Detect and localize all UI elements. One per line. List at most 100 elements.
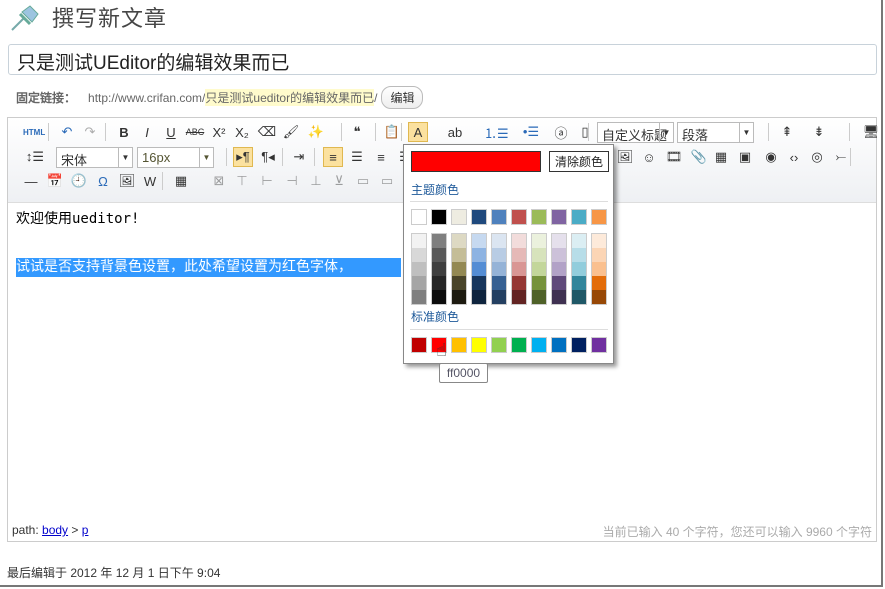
iframe-button[interactable]: ◎ [807, 147, 827, 167]
new-page-button[interactable]: ▯ [575, 122, 595, 142]
insert-image-button[interactable]: 🖼 [615, 147, 635, 167]
theme-color-swatch[interactable] [551, 209, 567, 225]
ordered-list-button[interactable]: ⒈☰ [484, 122, 509, 142]
row-spacing-button[interactable]: ↕☰ [25, 147, 45, 167]
shade-color-swatch[interactable] [532, 248, 546, 262]
horizontal-rule-button[interactable]: — [21, 171, 41, 191]
char-border-button[interactable]: ⓐ [551, 122, 571, 142]
underline-button[interactable]: U [161, 122, 181, 142]
theme-color-swatch[interactable] [431, 209, 447, 225]
theme-color-swatch[interactable] [591, 209, 607, 225]
shade-color-swatch[interactable] [572, 276, 586, 290]
scrawl-button[interactable]: 🖼 [117, 171, 137, 191]
theme-color-swatch[interactable] [451, 209, 467, 225]
path-body-link[interactable]: body [42, 523, 68, 537]
shade-color-swatch[interactable] [512, 234, 526, 248]
shade-color-swatch[interactable] [452, 234, 466, 248]
shade-color-swatch[interactable] [552, 290, 566, 304]
rtl-button[interactable]: ¶◂ [258, 147, 278, 167]
shade-color-swatch[interactable] [472, 234, 486, 248]
shade-color-swatch[interactable] [452, 276, 466, 290]
shade-color-swatch[interactable] [452, 262, 466, 276]
delete-table-button[interactable]: ⊠ [209, 171, 229, 191]
shade-color-swatch[interactable] [572, 234, 586, 248]
shade-color-swatch[interactable] [412, 290, 426, 304]
preview-button[interactable]: 🖥 [861, 122, 881, 142]
undo-button[interactable]: ↶ [57, 122, 77, 142]
shade-color-swatch[interactable] [412, 234, 426, 248]
standard-color-swatch[interactable] [531, 337, 547, 353]
shade-color-swatch[interactable] [472, 290, 486, 304]
standard-color-swatch[interactable] [411, 337, 427, 353]
standard-color-swatch[interactable] [551, 337, 567, 353]
auto-format-icon[interactable]: ✨ [306, 122, 326, 142]
font-family-select[interactable]: 宋体 ▼ [56, 147, 133, 168]
shade-color-swatch[interactable] [532, 290, 546, 304]
shade-color-swatch[interactable] [492, 290, 506, 304]
shade-color-swatch[interactable] [512, 290, 526, 304]
shade-color-swatch[interactable] [592, 262, 606, 276]
editor-content[interactable]: 欢迎使用ueditor! [16, 208, 139, 228]
font-size-select[interactable]: 16px ▼ [137, 147, 214, 168]
shade-color-swatch[interactable] [572, 248, 586, 262]
shade-color-swatch[interactable] [532, 276, 546, 290]
superscript-button[interactable]: X² [209, 122, 229, 142]
shade-color-swatch[interactable] [472, 248, 486, 262]
merge-cells-button[interactable]: ▭ [353, 171, 373, 191]
web-image-button[interactable]: ◉ [761, 147, 781, 167]
shade-color-swatch[interactable] [492, 262, 506, 276]
align-right-button[interactable]: ≡ [371, 147, 391, 167]
shade-color-swatch[interactable] [492, 234, 506, 248]
pagebreak-button[interactable]: ⤚ [831, 147, 851, 167]
table-button[interactable]: ▦ [171, 171, 191, 191]
insert-paragraph-before-table-button[interactable]: ⊤ [232, 171, 252, 191]
shade-color-swatch[interactable] [532, 262, 546, 276]
theme-color-swatch[interactable] [471, 209, 487, 225]
strikethrough-button[interactable]: ABC [185, 122, 205, 142]
background-color-button[interactable]: ab [445, 122, 465, 142]
date-button[interactable]: 📅 [45, 171, 65, 191]
clear-color-button[interactable]: 清除颜色 [549, 151, 609, 172]
insert-col-button[interactable]: ⊥ [306, 171, 326, 191]
shade-color-swatch[interactable] [492, 276, 506, 290]
standard-color-swatch[interactable] [511, 337, 527, 353]
code-button[interactable]: ‹› [784, 147, 804, 167]
html-source-button[interactable]: HTML [23, 122, 45, 142]
theme-color-swatch[interactable] [491, 209, 507, 225]
permalink-slug[interactable]: 只是测试ueditor的编辑效果而已 [205, 89, 375, 106]
shade-color-swatch[interactable] [432, 276, 446, 290]
theme-color-swatch[interactable] [411, 209, 427, 225]
shade-color-swatch[interactable] [492, 248, 506, 262]
merge-right-button[interactable]: ▭ [377, 171, 397, 191]
standard-color-swatch[interactable] [471, 337, 487, 353]
word-image-button[interactable]: W [140, 171, 160, 191]
video-button[interactable]: 🎞 [664, 147, 684, 167]
align-left-button[interactable]: ≡ [323, 147, 343, 167]
insert-row-button[interactable]: ⊢ [257, 171, 277, 191]
align-center-button[interactable]: ☰ [347, 147, 367, 167]
shade-color-swatch[interactable] [592, 234, 606, 248]
paragraph-select[interactable]: 段落 ▼ [677, 122, 754, 143]
shade-color-swatch[interactable] [512, 262, 526, 276]
path-p-link[interactable]: p [82, 523, 89, 537]
shade-color-swatch[interactable] [592, 276, 606, 290]
shade-color-swatch[interactable] [452, 290, 466, 304]
time-button[interactable]: 🕘 [69, 171, 89, 191]
google-map-button[interactable]: ▣ [735, 147, 755, 167]
shade-color-swatch[interactable] [452, 248, 466, 262]
shade-color-swatch[interactable] [412, 262, 426, 276]
shade-color-swatch[interactable] [592, 290, 606, 304]
attachment-button[interactable]: 📎 [689, 147, 709, 167]
delete-col-button[interactable]: ⊻ [329, 171, 349, 191]
redo-button[interactable]: ↷ [80, 122, 100, 142]
shade-color-swatch[interactable] [552, 276, 566, 290]
ltr-button[interactable]: ▸¶ [233, 147, 253, 167]
shade-color-swatch[interactable] [472, 276, 486, 290]
shade-color-swatch[interactable] [412, 248, 426, 262]
shade-color-swatch[interactable] [552, 234, 566, 248]
theme-color-swatch[interactable] [511, 209, 527, 225]
format-brush-icon[interactable]: 🖌 [281, 122, 301, 142]
shade-color-swatch[interactable] [572, 290, 586, 304]
eraser-icon[interactable]: ⌫ [257, 122, 277, 142]
blockquote-button[interactable]: ❝ [347, 122, 367, 142]
